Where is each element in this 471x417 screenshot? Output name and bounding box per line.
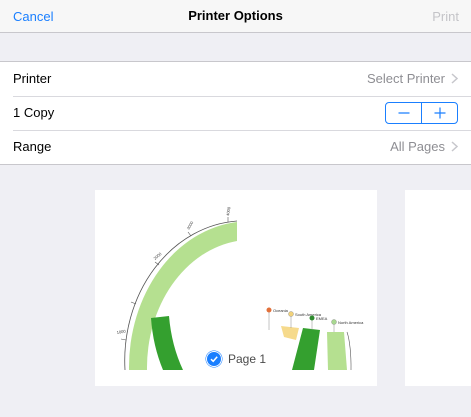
increment-button[interactable] [421,103,457,123]
tick-label: 1000 [116,328,126,335]
minus-icon [398,112,409,114]
page-badge: Page 1 [206,350,266,368]
printer-row[interactable]: Printer Select Printer [0,62,471,96]
checkmark-icon [206,351,222,367]
range-row[interactable]: Range All Pages [0,130,471,164]
bar-right-arc [346,331,352,371]
tick-label: 3000 [186,220,195,231]
chevron-right-icon [451,73,458,84]
bar-light-green [327,332,347,370]
annotation-label: EMEA [316,316,328,321]
range-value: All Pages [390,139,445,154]
next-page-preview[interactable] [405,190,471,386]
page-preview[interactable]: 4000 3000 2000 1000 Oceania South Americ… [95,190,377,386]
page-label: Page 1 [228,352,267,366]
annotation-label: Oceania [273,308,289,313]
range-label: Range [13,139,52,154]
printer-value: Select Printer [366,71,445,86]
printer-label: Printer [13,71,52,86]
tick-label: 2000 [152,251,163,261]
page-title: Printer Options [188,8,283,23]
annotation-north-america: North America [331,319,364,332]
chevron-right-icon [451,141,458,152]
copies-label: 1 Copy [13,105,55,120]
plus-icon [434,107,445,119]
decrement-button[interactable] [386,103,421,123]
navigation-bar: Cancel Printer Options Print [0,0,471,33]
copies-stepper [385,102,458,124]
bar-yellow [281,326,299,340]
annotation-label: North America [338,320,364,325]
annotation-emea: EMEA [309,315,328,330]
printer-options-table: Printer Select Printer 1 Copy Range All … [0,61,471,165]
copies-row: 1 Copy [0,96,471,130]
ring-segment-dark [151,316,183,370]
ring-segment-light [128,222,237,370]
print-button[interactable]: Print [432,9,459,24]
tick-label: 4000 [225,206,232,216]
